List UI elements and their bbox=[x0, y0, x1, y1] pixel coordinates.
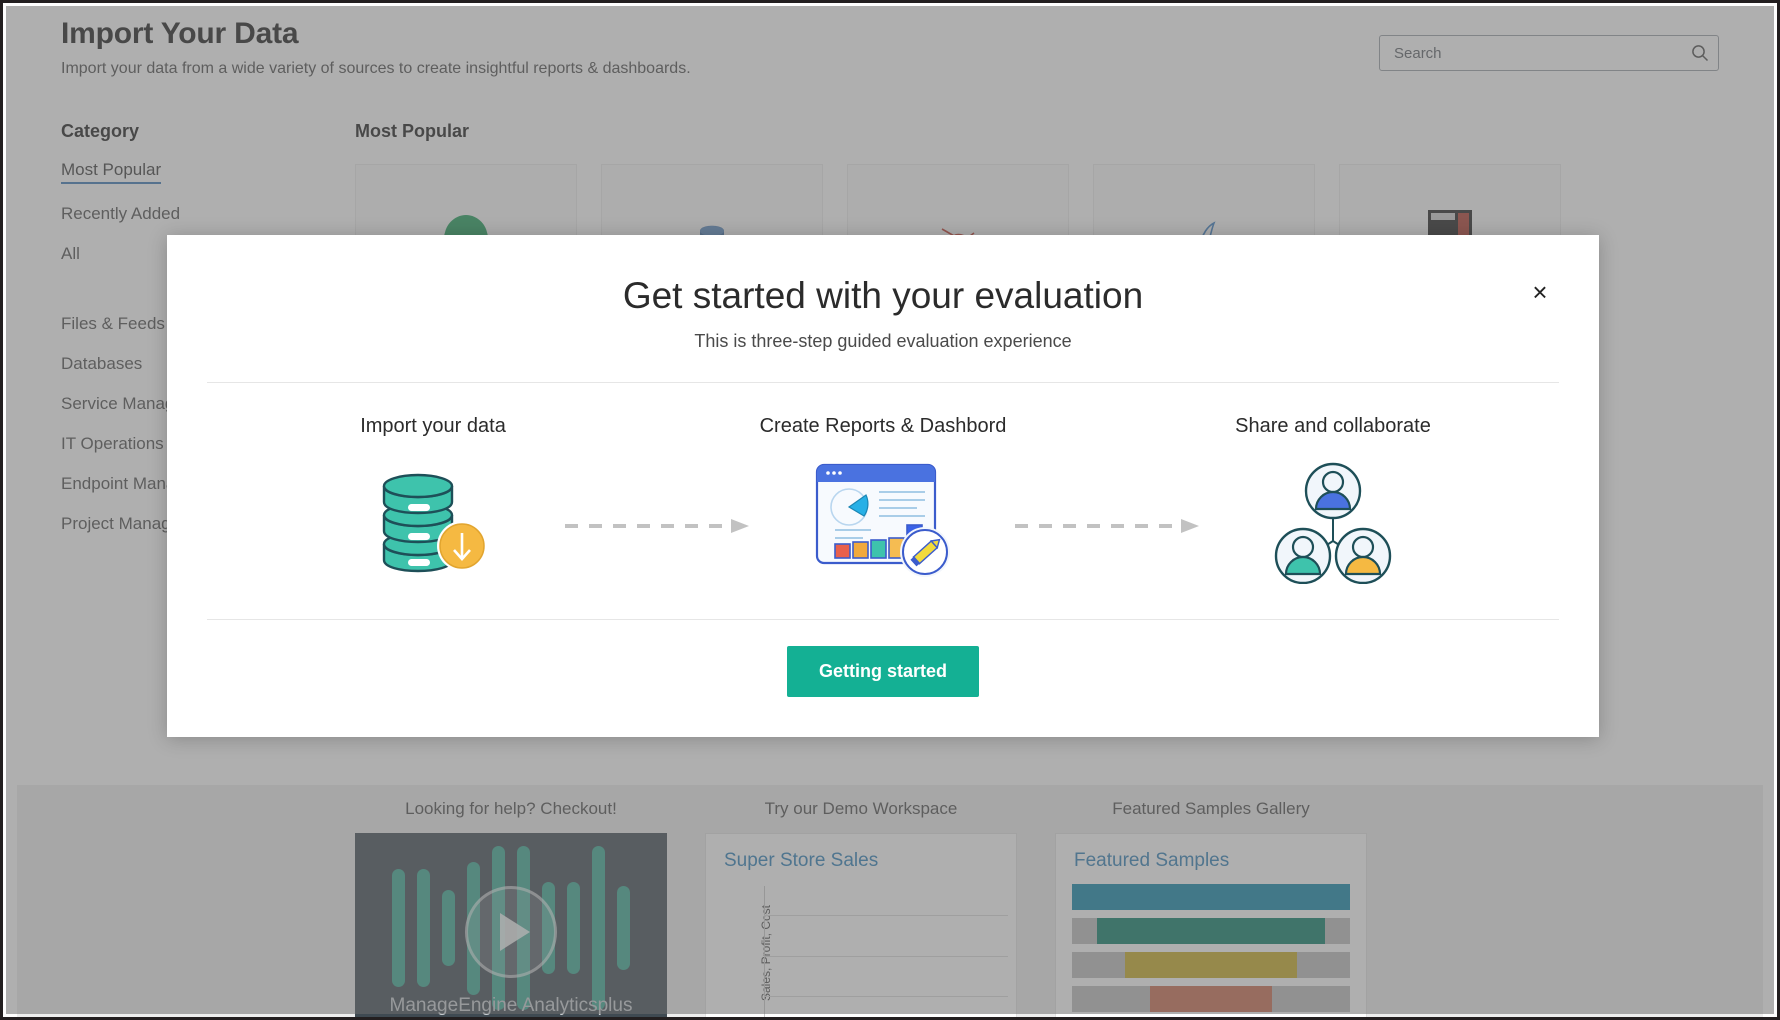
modal-subtitle: This is three-step guided evaluation exp… bbox=[694, 331, 1072, 351]
step-import-data: Import your data bbox=[308, 415, 558, 586]
step-label: Import your data bbox=[360, 415, 506, 437]
database-import-icon bbox=[382, 473, 487, 573]
dashed-arrow-icon bbox=[1015, 519, 1199, 533]
modal-divider-bottom bbox=[207, 619, 1559, 620]
step-arrow-1 bbox=[558, 461, 758, 591]
step-label: Share and collaborate bbox=[1235, 415, 1431, 437]
close-icon[interactable]: × bbox=[1523, 275, 1557, 309]
step-create-reports: Create Reports & Dashbord bbox=[758, 415, 1008, 586]
step-artwork bbox=[308, 456, 558, 586]
step-label: Create Reports & Dashbord bbox=[759, 415, 1007, 437]
evaluation-modal: × Get started with your evaluation This … bbox=[167, 235, 1599, 737]
modal-footer: Getting started bbox=[167, 646, 1599, 697]
modal-title: Get started with your evaluation bbox=[622, 275, 1144, 316]
users-network-icon bbox=[1274, 462, 1392, 584]
step-share-collaborate: Share and collaborate bbox=[1208, 415, 1458, 586]
step-arrow-2 bbox=[1008, 461, 1208, 591]
app-window: Import Your Data Import your data from a… bbox=[0, 0, 1780, 1020]
dashboard-edit-icon bbox=[815, 463, 950, 577]
evaluation-steps: Import your data Create Reports & Dashbo… bbox=[167, 383, 1599, 591]
step-artwork bbox=[1208, 456, 1458, 586]
getting-started-button[interactable]: Getting started bbox=[786, 646, 979, 697]
dashed-arrow-icon bbox=[565, 519, 749, 533]
step-artwork bbox=[758, 456, 1008, 586]
